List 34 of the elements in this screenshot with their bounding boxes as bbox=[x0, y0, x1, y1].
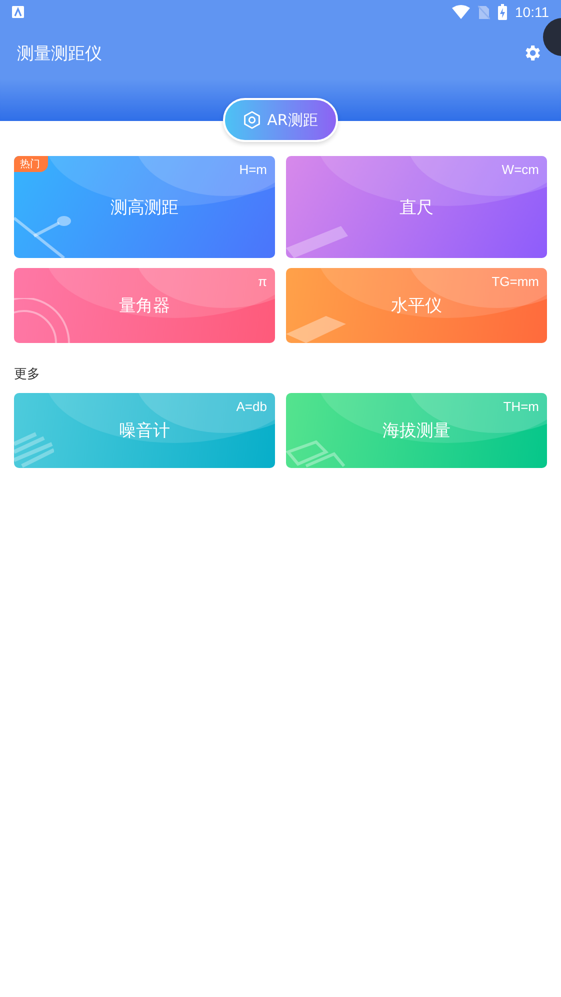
unit-label: TH=m bbox=[503, 399, 539, 414]
section-heading: 更多 bbox=[13, 366, 41, 383]
tool-title: 噪音计 bbox=[119, 420, 170, 442]
unit-label: A=db bbox=[236, 399, 267, 414]
camera-target-icon bbox=[243, 111, 262, 129]
level-drawing bbox=[286, 316, 346, 343]
unit-label: TG=mm bbox=[492, 274, 539, 289]
unit-label: π bbox=[258, 274, 267, 289]
battery-icon bbox=[498, 4, 507, 20]
tool-title: 水平仪 bbox=[391, 295, 442, 317]
app-title: 测量测距仪 bbox=[17, 42, 103, 64]
wifi-icon bbox=[452, 5, 470, 19]
tool-title: 量角器 bbox=[119, 295, 170, 317]
unit-label: H=m bbox=[239, 162, 267, 177]
tool-card[interactable]: TH=m 海拔测量 bbox=[286, 393, 547, 468]
tool-card[interactable]: 热门 H=m 测高测距 bbox=[14, 156, 275, 258]
tool-card[interactable]: A=db 噪音计 bbox=[14, 393, 275, 468]
tool-title: 海拔测量 bbox=[382, 420, 450, 442]
status-time: 10:11 bbox=[515, 4, 549, 20]
notification-icon bbox=[12, 6, 24, 18]
unit-label: W=cm bbox=[502, 162, 539, 177]
hot-badge: 热门 bbox=[14, 156, 48, 172]
altitude-drawing bbox=[286, 440, 346, 468]
noise-drawing bbox=[14, 432, 54, 468]
tool-card[interactable]: TG=mm 水平仪 bbox=[286, 268, 547, 343]
tool-card[interactable]: W=cm 直尺 bbox=[286, 156, 547, 258]
no-sim-icon bbox=[478, 4, 490, 20]
tool-title: 测高测距 bbox=[110, 196, 178, 218]
tool-title: 直尺 bbox=[400, 196, 434, 218]
protractor-drawing bbox=[14, 298, 70, 343]
tool-card[interactable]: π 量角器 bbox=[14, 268, 275, 343]
ar-measure-button[interactable]: AR测距 bbox=[223, 98, 338, 142]
ruler-drawing bbox=[286, 226, 348, 258]
distance-drawing bbox=[14, 216, 72, 258]
